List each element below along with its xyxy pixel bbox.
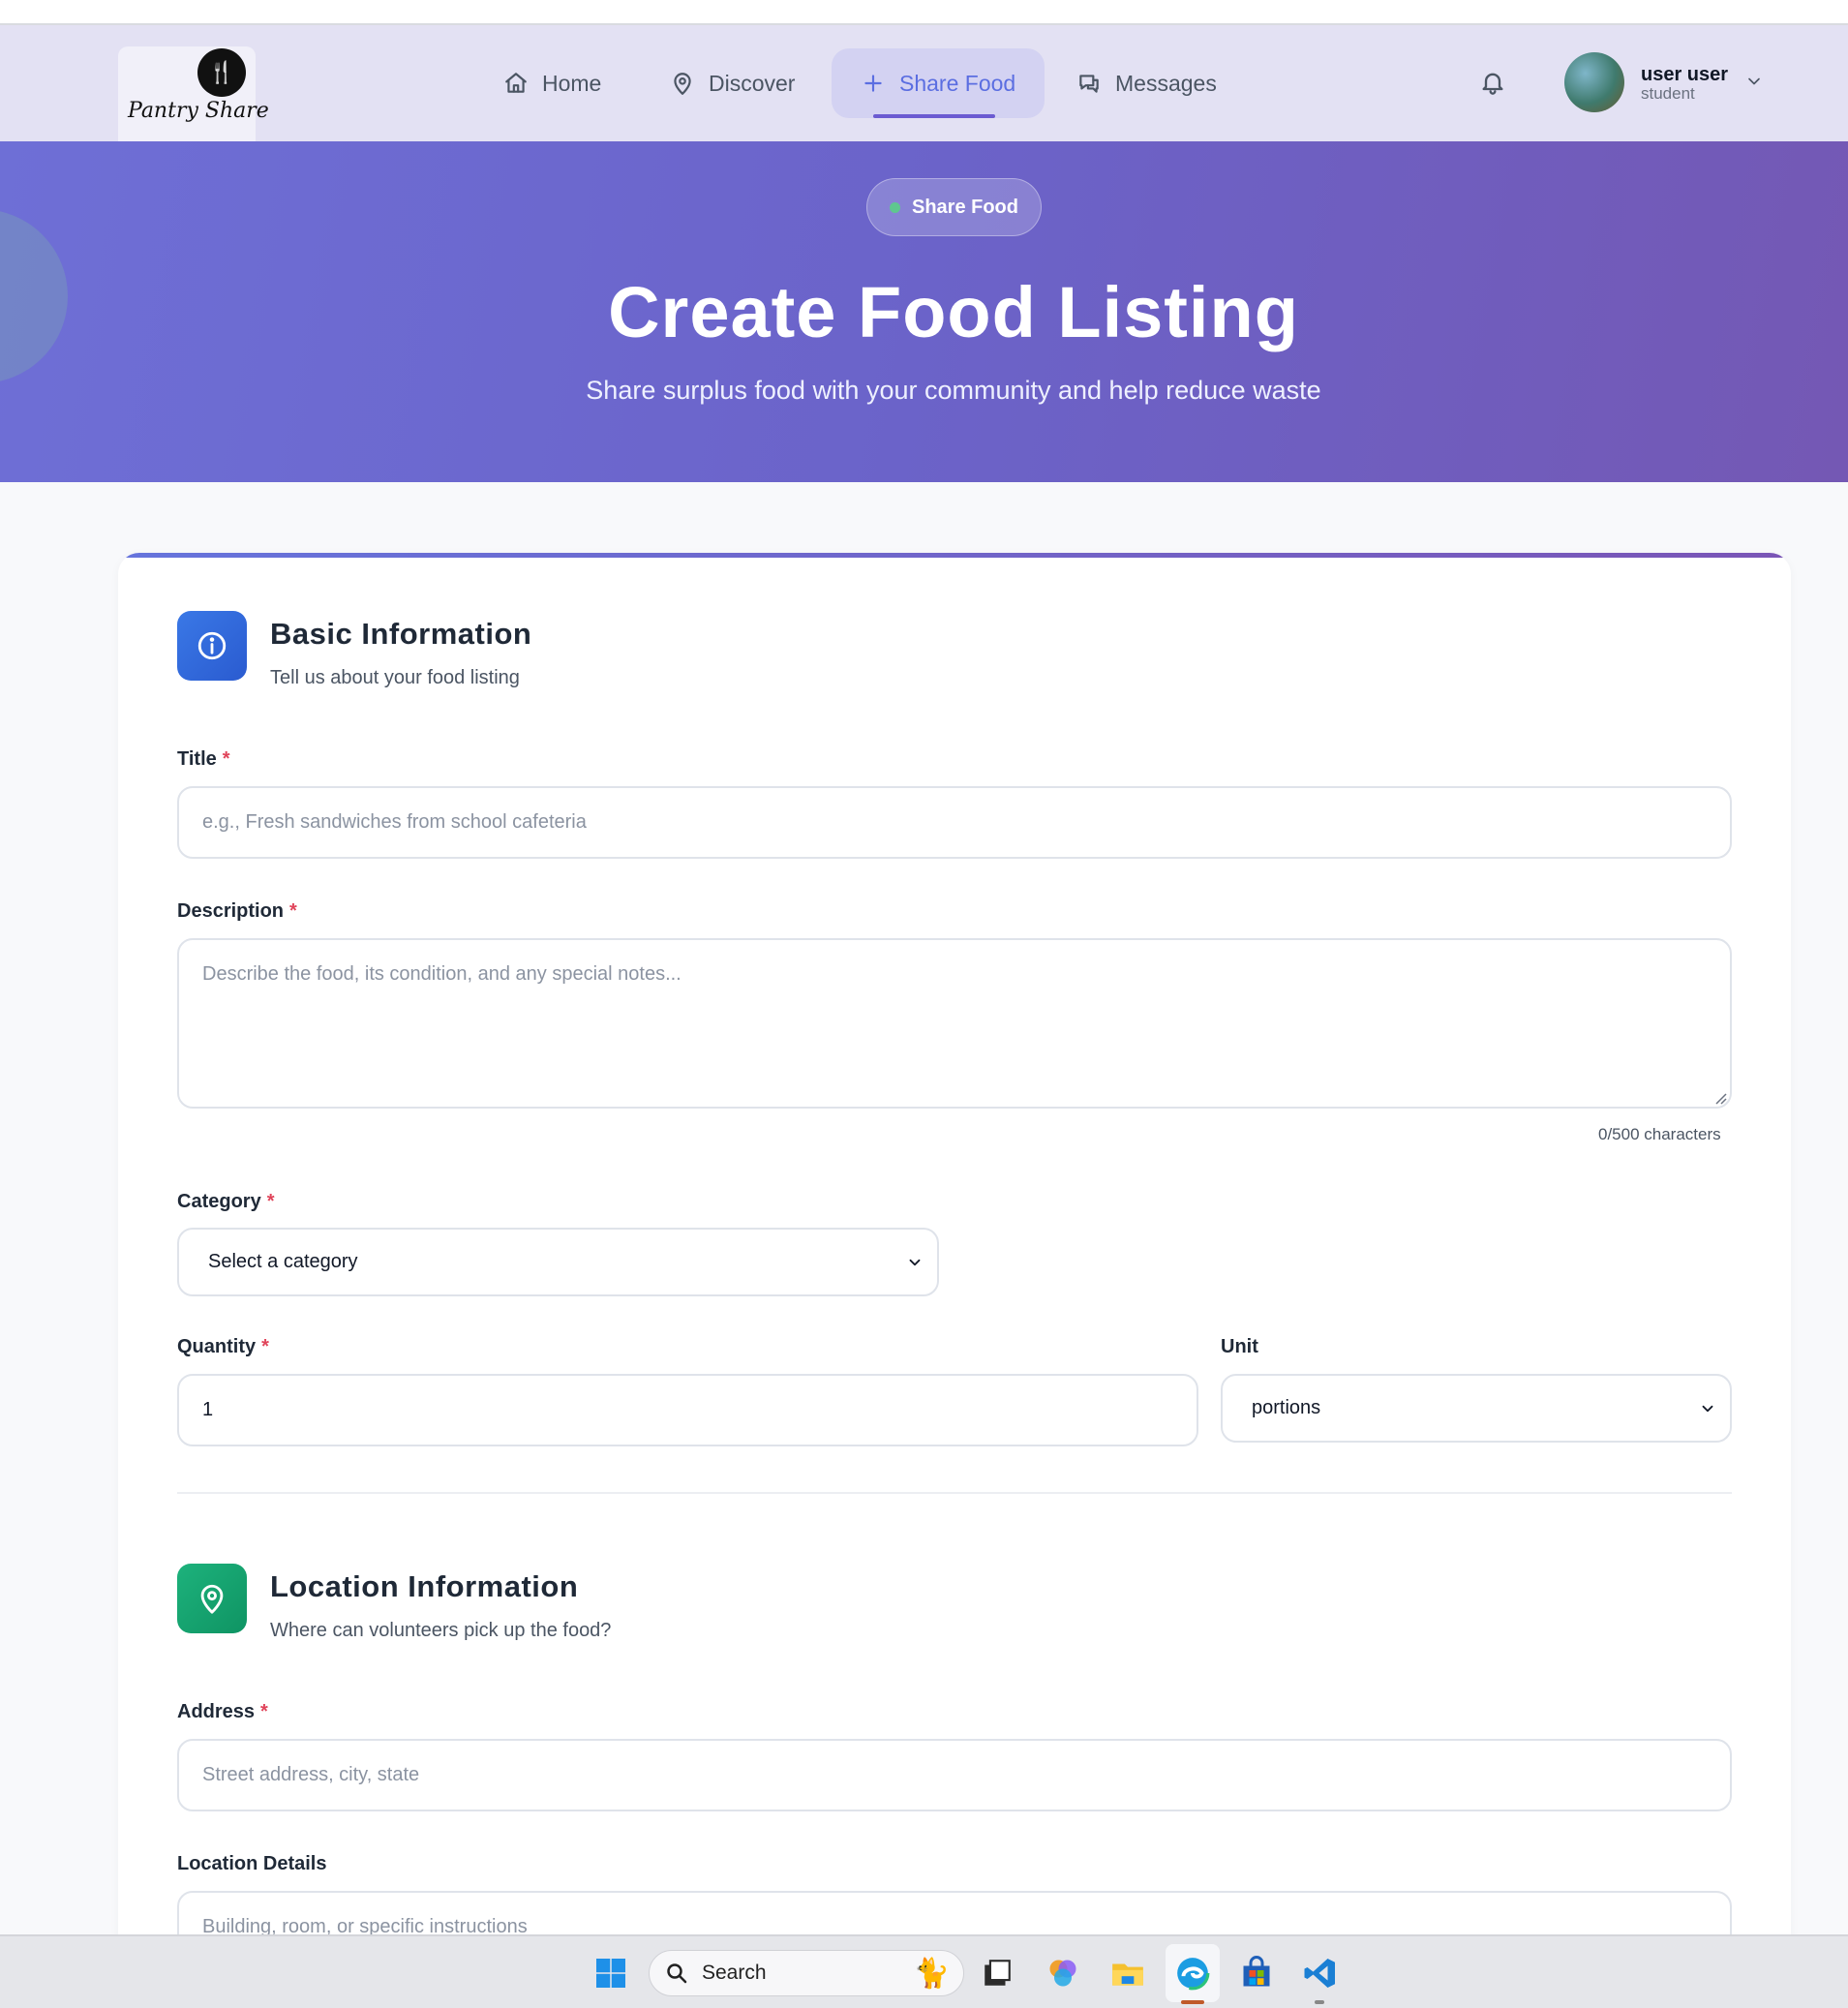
nav-messages[interactable]: Messages (1047, 48, 1246, 118)
status-dot (889, 201, 900, 213)
plus-icon (864, 75, 882, 92)
quantity-label: Quantity * (177, 1336, 269, 1358)
description-textarea[interactable] (177, 938, 1732, 1109)
quantity-input[interactable] (177, 1374, 1198, 1446)
section-desc-basic: Tell us about your food listing (270, 667, 520, 688)
section-title-basic: Basic Information (270, 617, 532, 651)
description-label: Description * (177, 900, 297, 923)
nav-messages-label: Messages (1115, 70, 1217, 96)
unit-select[interactable]: portions (1221, 1374, 1732, 1443)
chevron-down-icon (909, 1259, 921, 1265)
address-label: Address * (177, 1701, 268, 1723)
title-input[interactable] (177, 786, 1732, 859)
file-explorer-icon[interactable] (1106, 1952, 1149, 1994)
active-tab-indicator (873, 114, 995, 118)
map-pin-icon (674, 73, 691, 95)
utensils-icon: 🍴 (197, 48, 246, 97)
hero-badge-label: Share Food (911, 196, 1018, 218)
copilot-icon[interactable] (1042, 1952, 1084, 1994)
active-app-indicator (1181, 2000, 1204, 2004)
nav-share-food-label: Share Food (899, 70, 1016, 96)
cat-icon: 🐈 (913, 1958, 950, 1990)
page-subtitle: Share surplus food with your community a… (586, 376, 1321, 405)
category-label-text: Category (177, 1191, 261, 1212)
description-label-text: Description (177, 900, 285, 922)
required-mark: * (261, 1336, 269, 1357)
windows-start-icon[interactable] (590, 1952, 632, 1994)
user-role: student (1641, 84, 1695, 103)
title-label-text: Title (177, 748, 217, 770)
card-accent-bar (118, 553, 1791, 558)
section-desc-location: Where can volunteers pick up the food? (270, 1620, 612, 1641)
unit-select-value: portions (1252, 1397, 1321, 1418)
chevron-down-icon[interactable] (1744, 72, 1764, 91)
title-label: Title * (177, 748, 230, 771)
resize-grip-icon[interactable] (1713, 1091, 1727, 1105)
required-mark: * (266, 1191, 275, 1212)
nav-discover-label: Discover (709, 70, 796, 96)
taskbar-search[interactable]: Search 🐈 (649, 1950, 964, 1996)
edge-browser-icon[interactable] (1171, 1952, 1214, 1994)
location-details-label: Location Details (177, 1853, 327, 1874)
unit-label: Unit (1221, 1336, 1258, 1357)
location-icon (177, 1564, 247, 1633)
nav-home-label: Home (542, 70, 602, 96)
task-view-icon[interactable] (976, 1952, 1018, 1994)
pantry-share-logo[interactable]: 🍴 Pantry Share (118, 46, 269, 153)
address-input[interactable] (177, 1739, 1732, 1811)
nav-discover[interactable]: Discover (641, 48, 824, 118)
char-count: 0/500 characters (1598, 1125, 1721, 1143)
vscode-icon[interactable] (1299, 1952, 1342, 1994)
page-title: Create Food Listing (608, 272, 1299, 352)
required-mark: * (289, 900, 297, 922)
info-icon (177, 611, 247, 681)
user-name[interactable]: user user (1641, 64, 1728, 86)
top-navbar: 🍴 Pantry Share Home Discover Share Food … (0, 25, 1848, 153)
required-mark: * (260, 1701, 268, 1722)
listing-form-card: Basic Information Tell us about your foo… (118, 553, 1791, 1966)
category-select[interactable]: Select a category (177, 1228, 939, 1296)
required-mark: * (222, 748, 230, 770)
windows-taskbar: Search 🐈 (0, 1934, 1848, 2008)
hero-banner: Share Food Create Food Listing Share sur… (0, 141, 1848, 482)
category-label: Category * (177, 1191, 275, 1213)
section-title-location: Location Information (270, 1569, 579, 1603)
address-label-text: Address (177, 1701, 256, 1722)
store-icon[interactable] (1235, 1952, 1278, 1994)
chat-icon (1079, 75, 1099, 93)
chevron-down-icon (1702, 1405, 1713, 1412)
quantity-label-text: Quantity (177, 1336, 257, 1357)
home-icon (505, 73, 527, 93)
avatar[interactable] (1564, 52, 1624, 112)
taskbar-search-label: Search (702, 1962, 767, 1984)
nav-home[interactable]: Home (474, 48, 630, 118)
hero-badge: Share Food (866, 178, 1042, 236)
bell-icon[interactable] (1479, 68, 1506, 97)
browser-top-edge (0, 0, 1848, 25)
search-icon (667, 1963, 687, 1984)
open-app-indicator (1315, 2000, 1324, 2004)
category-select-value: Select a category (208, 1251, 358, 1272)
section-divider (177, 1492, 1732, 1494)
logo-text: Pantry Share (128, 99, 269, 123)
nav-share-food[interactable]: Share Food (832, 48, 1045, 118)
